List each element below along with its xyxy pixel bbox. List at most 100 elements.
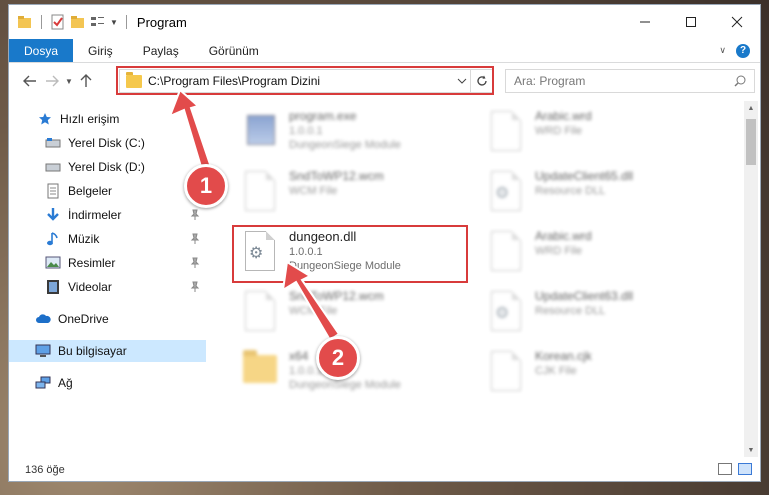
- sidebar-item-documents[interactable]: Belgeler: [9, 180, 206, 202]
- search-placeholder: Ara: Program: [514, 74, 586, 88]
- chevron-down-icon[interactable]: ▼: [110, 18, 118, 27]
- computer-icon: [35, 343, 51, 359]
- navigation-pane: Hızlı erişim Yerel Disk (C:) Yerel Disk …: [9, 101, 206, 457]
- file-name: SndToWP12.wcm: [289, 169, 384, 183]
- sidebar-item-label: Yerel Disk (D:): [68, 160, 145, 174]
- ribbon-tabs: Dosya Giriş Paylaş Görünüm ∨ ?: [9, 39, 760, 63]
- sidebar-item-quick-access[interactable]: Hızlı erişim: [9, 108, 206, 130]
- file-item[interactable]: ⚙ UpdateClient63.dll Resource DLL: [487, 289, 633, 333]
- document-file-icon: [241, 289, 281, 333]
- window-title: Program: [136, 14, 187, 30]
- view-switcher: [718, 463, 752, 475]
- sidebar-item-label: OneDrive: [58, 312, 109, 326]
- sidebar-item-label: İndirmeler: [68, 208, 122, 222]
- pictures-icon: [45, 255, 61, 271]
- close-icon: [731, 16, 743, 28]
- sidebar-item-local-disk-c[interactable]: Yerel Disk (C:): [9, 132, 206, 154]
- tab-view[interactable]: Görünüm: [194, 39, 274, 62]
- maximize-icon: [686, 17, 696, 27]
- file-name: program.exe: [289, 109, 357, 123]
- file-item[interactable]: SndToWP12.wcm WCM File: [241, 169, 384, 213]
- back-button[interactable]: [19, 70, 41, 92]
- minimize-button[interactable]: [622, 5, 668, 39]
- recent-locations-button[interactable]: ▼: [63, 70, 75, 92]
- forward-button[interactable]: [41, 70, 63, 92]
- file-highlight-frame: [232, 225, 468, 283]
- pin-icon[interactable]: [190, 281, 200, 293]
- new-folder-icon[interactable]: [70, 14, 86, 30]
- sidebar-item-pictures[interactable]: Resimler: [9, 252, 206, 274]
- file-name: Arabic.wrd: [535, 229, 592, 243]
- sidebar-item-videos[interactable]: Videolar: [9, 276, 206, 298]
- file-name: UpdateClient63.dll: [535, 289, 634, 303]
- gear-icon: ⚙: [495, 185, 510, 202]
- scroll-thumb[interactable]: [746, 119, 756, 165]
- annotation-badge-2: 2: [316, 336, 360, 380]
- scroll-down-icon[interactable]: ▼: [744, 443, 758, 457]
- file-detail: 1.0.0.1: [289, 125, 323, 137]
- folder-icon: [17, 14, 33, 30]
- up-button[interactable]: [75, 70, 97, 92]
- file-item[interactable]: Korean.cjk CJK File: [487, 349, 592, 393]
- pin-icon[interactable]: [190, 257, 200, 269]
- sidebar-item-label: Videolar: [68, 280, 112, 294]
- drive-icon: [45, 159, 61, 175]
- chevron-down-icon: ▼: [65, 76, 73, 86]
- file-detail: WRD File: [535, 125, 583, 137]
- pin-icon[interactable]: [190, 233, 200, 245]
- sidebar-item-local-disk-d[interactable]: Yerel Disk (D:): [9, 156, 206, 178]
- quick-access-toolbar: ▼: [9, 14, 131, 30]
- sidebar-item-this-pc[interactable]: Bu bilgisayar: [9, 340, 206, 362]
- sidebar-item-downloads[interactable]: İndirmeler: [9, 204, 206, 226]
- tab-file[interactable]: Dosya: [9, 39, 74, 62]
- folder-icon: [241, 349, 281, 393]
- download-icon: [45, 207, 61, 223]
- tab-share[interactable]: Paylaş: [128, 39, 194, 62]
- music-icon: [45, 231, 61, 247]
- file-detail: CJK File: [535, 365, 577, 377]
- file-item[interactable]: ⚙ UpdateClient65.dll Resource DLL: [487, 169, 633, 213]
- arrow-up-icon: [80, 74, 92, 87]
- scroll-up-icon[interactable]: ▲: [744, 101, 758, 115]
- title-bar: ▼ Program: [9, 5, 760, 39]
- file-item[interactable]: Arabic.wrd WRD File: [487, 109, 592, 153]
- file-detail: Resource DLL: [535, 185, 606, 197]
- address-highlight-frame: [116, 66, 494, 95]
- details-view-icon[interactable]: [718, 463, 732, 475]
- document-file-icon: [487, 229, 527, 273]
- document-file-icon: [241, 169, 281, 213]
- help-icon[interactable]: ?: [736, 43, 750, 58]
- vertical-scrollbar[interactable]: ▲ ▼: [744, 101, 758, 457]
- pin-icon[interactable]: [190, 209, 200, 221]
- file-item[interactable]: SndToWP12.wcm WCM File: [241, 289, 384, 333]
- dll-file-icon: ⚙: [487, 289, 527, 333]
- maximize-button[interactable]: [668, 5, 714, 39]
- sidebar-item-label: Resimler: [68, 256, 116, 270]
- tab-home[interactable]: Giriş: [73, 39, 128, 62]
- sidebar-item-music[interactable]: Müzik: [9, 228, 206, 250]
- sidebar-item-label: Hızlı erişim: [60, 112, 120, 126]
- file-detail: WCM File: [289, 305, 338, 317]
- annotation-badge-1: 1: [184, 164, 228, 208]
- sidebar-item-label: Müzik: [68, 232, 100, 246]
- videos-icon: [45, 279, 61, 295]
- network-icon: [35, 375, 51, 391]
- file-name: SndToWP12.wcm: [289, 289, 384, 303]
- large-icons-view-icon[interactable]: [738, 463, 752, 475]
- file-item[interactable]: Arabic.wrd WRD File: [487, 229, 592, 273]
- file-explorer-window: ▼ Program Dosya Giriş Paylaş Görünüm ∨ ?: [8, 4, 761, 482]
- sidebar-item-label: Yerel Disk (C:): [68, 136, 145, 150]
- sidebar-item-network[interactable]: Ağ: [9, 372, 206, 394]
- window-controls: [622, 5, 760, 39]
- expand-ribbon-icon[interactable]: ∨: [719, 45, 726, 56]
- properties-icon[interactable]: [50, 14, 66, 30]
- file-detail: WRD File: [535, 245, 583, 257]
- close-button[interactable]: [714, 5, 760, 39]
- ribbon-right-controls: ∨ ?: [719, 39, 760, 62]
- search-input[interactable]: Ara: Program: [505, 69, 755, 93]
- customize-toolbar-icon[interactable]: [90, 14, 106, 30]
- gear-icon: ⚙: [495, 305, 510, 322]
- file-item[interactable]: program.exe 1.0.0.1 DungeonSiege Module: [241, 109, 401, 153]
- sidebar-item-onedrive[interactable]: OneDrive: [9, 308, 206, 330]
- drive-icon: [45, 135, 61, 151]
